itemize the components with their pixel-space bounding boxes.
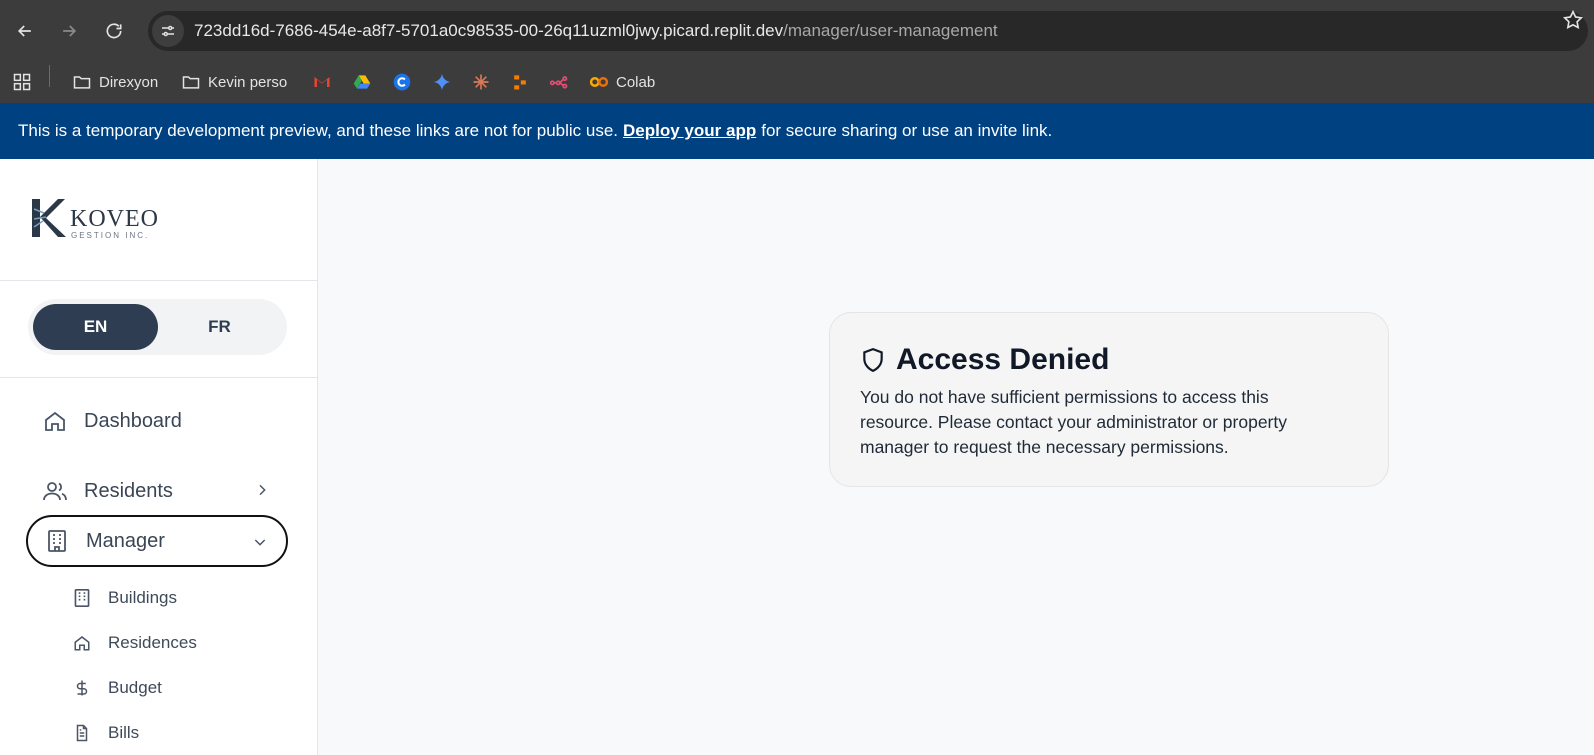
nav-residences[interactable]: Residences <box>72 623 197 663</box>
reload-icon <box>106 23 122 39</box>
bookmark-star-icon[interactable] <box>1562 9 1584 36</box>
logo-mark-icon <box>32 199 66 237</box>
nav-residents[interactable]: Residents <box>26 465 288 517</box>
dollar-icon <box>72 678 92 698</box>
chevron-right-icon <box>254 481 270 504</box>
sub-label: Bills <box>108 723 140 742</box>
users-icon <box>42 478 68 504</box>
gmail-icon[interactable] <box>312 72 339 92</box>
bookmark-kevin-perso[interactable]: Kevin perso <box>181 72 287 92</box>
access-denied-card: Access Denied You do not have sufficient… <box>829 312 1389 487</box>
make-icon[interactable] <box>510 72 537 92</box>
nav-label: Manager <box>86 529 165 552</box>
shield-icon <box>860 347 886 373</box>
bookmarks-divider <box>49 65 50 87</box>
nav-budget[interactable]: Budget <box>72 668 162 708</box>
bookmark-label: Kevin perso <box>208 73 288 91</box>
url-path: /manager/user-management <box>783 21 998 40</box>
nav-label: Dashboard <box>84 409 182 432</box>
nav-bills[interactable]: Bills <box>72 713 139 753</box>
c-icon[interactable] <box>392 72 419 92</box>
url-text[interactable]: 723dd16d-7686-454e-a8f7-5701a0c98535-00-… <box>194 21 998 41</box>
home-icon <box>42 408 68 434</box>
building-icon <box>44 528 70 554</box>
dev-preview-banner: This is a temporary development preview,… <box>0 103 1594 159</box>
bookmark-label: Colab <box>616 73 656 91</box>
logo-subtext: GESTION INC. <box>71 231 150 240</box>
forward-button[interactable] <box>54 16 84 46</box>
nav-dashboard[interactable]: Dashboard <box>26 395 288 447</box>
reload-button[interactable] <box>99 16 129 46</box>
language-toggle: EN FR <box>28 299 287 355</box>
chevron-down-icon <box>252 533 268 556</box>
lang-fr-button[interactable]: FR <box>157 304 282 350</box>
apps-icon[interactable] <box>12 72 39 92</box>
logo-text: KOVEO <box>70 206 159 232</box>
colab-icon <box>589 77 609 87</box>
card-title-text: Access Denied <box>896 343 1110 376</box>
arrow-right-icon <box>63 25 77 37</box>
sub-label: Buildings <box>108 588 177 607</box>
deploy-link[interactable]: Deploy your app <box>623 121 756 141</box>
card-message: You do not have sufficient permissions t… <box>860 387 1287 457</box>
folder-icon <box>182 76 200 89</box>
banner-text: This is a temporary development preview,… <box>18 121 619 140</box>
koveo-logo[interactable]: KOVEO GESTION INC. <box>30 197 160 243</box>
file-text-icon <box>72 723 92 743</box>
bookmark-label: Direxyon <box>99 73 159 91</box>
home-icon <box>72 633 92 653</box>
bookmarks-bar: Direxyon Kevin perso Colab <box>0 60 1594 103</box>
bookmark-colab[interactable]: Colab <box>589 72 655 92</box>
building-icon <box>72 588 92 608</box>
gemini-icon[interactable] <box>432 72 459 92</box>
arrow-left-icon <box>17 25 31 37</box>
nav-manager[interactable]: Manager <box>26 515 288 567</box>
banner-text-after: for secure sharing or use an invite link… <box>761 121 1053 140</box>
sidebar: KOVEO GESTION INC. EN FR Dashboard Resid… <box>0 159 318 755</box>
url-host: 723dd16d-7686-454e-a8f7-5701a0c98535-00-… <box>194 21 784 40</box>
lang-en-button[interactable]: EN <box>33 304 158 350</box>
folder-icon <box>73 76 91 89</box>
address-bar[interactable]: 723dd16d-7686-454e-a8f7-5701a0c98535-00-… <box>148 11 1588 51</box>
n8n-icon[interactable] <box>549 72 576 92</box>
drive-icon[interactable] <box>352 72 379 92</box>
sidebar-divider <box>0 377 318 378</box>
site-info-icon[interactable] <box>152 15 184 47</box>
nav-label: Residents <box>84 479 173 502</box>
bookmark-direxyon[interactable]: Direxyon <box>72 72 158 92</box>
claude-icon[interactable] <box>471 72 498 92</box>
browser-toolbar: 723dd16d-7686-454e-a8f7-5701a0c98535-00-… <box>0 0 1594 60</box>
sidebar-divider <box>0 280 318 281</box>
back-button[interactable] <box>10 16 40 46</box>
nav-buildings[interactable]: Buildings <box>72 578 177 618</box>
sub-label: Budget <box>108 678 162 697</box>
sub-label: Residences <box>108 633 197 652</box>
card-title: Access Denied <box>860 343 1358 377</box>
